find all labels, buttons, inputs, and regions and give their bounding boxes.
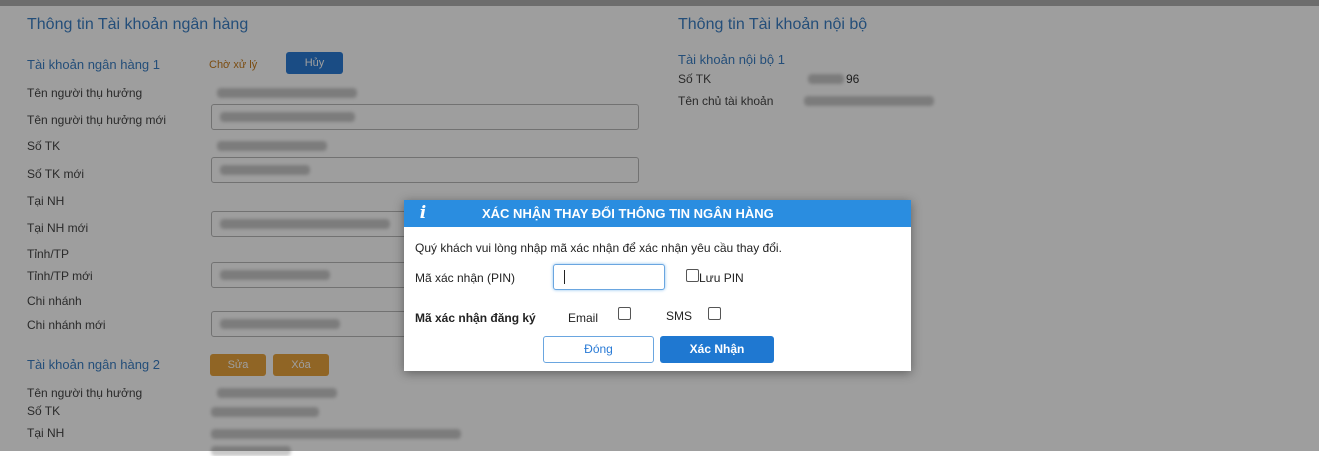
bank-info-page: Thông tin Tài khoản ngân hàng Tài khoản … — [0, 0, 1319, 456]
save-pin-label: Lưu PIN — [699, 271, 744, 285]
email-checkbox[interactable] — [618, 307, 631, 320]
text-caret — [564, 270, 565, 284]
save-pin-checkbox[interactable] — [686, 269, 699, 282]
email-option-label: Email — [568, 311, 599, 325]
sms-checkbox[interactable] — [708, 307, 721, 320]
info-icon: i — [419, 203, 427, 223]
close-button[interactable]: Đóng — [543, 336, 654, 363]
pin-label: Mã xác nhận (PIN) — [415, 271, 516, 285]
confirm-button[interactable]: Xác Nhận — [660, 336, 774, 363]
dialog-title: XÁC NHẬN THAY ĐỔI THÔNG TIN NGÂN HÀNG — [482, 206, 774, 221]
confirm-bank-change-dialog: i XÁC NHẬN THAY ĐỔI THÔNG TIN NGÂN HÀNG … — [404, 200, 911, 371]
pin-input[interactable] — [553, 264, 665, 290]
sms-option-label: SMS — [666, 309, 693, 323]
dialog-header: i XÁC NHẬN THAY ĐỔI THÔNG TIN NGÂN HÀNG — [404, 200, 911, 227]
dialog-message: Quý khách vui lòng nhập mã xác nhận để x… — [415, 241, 782, 255]
register-code-label: Mã xác nhận đăng ký — [415, 311, 536, 325]
